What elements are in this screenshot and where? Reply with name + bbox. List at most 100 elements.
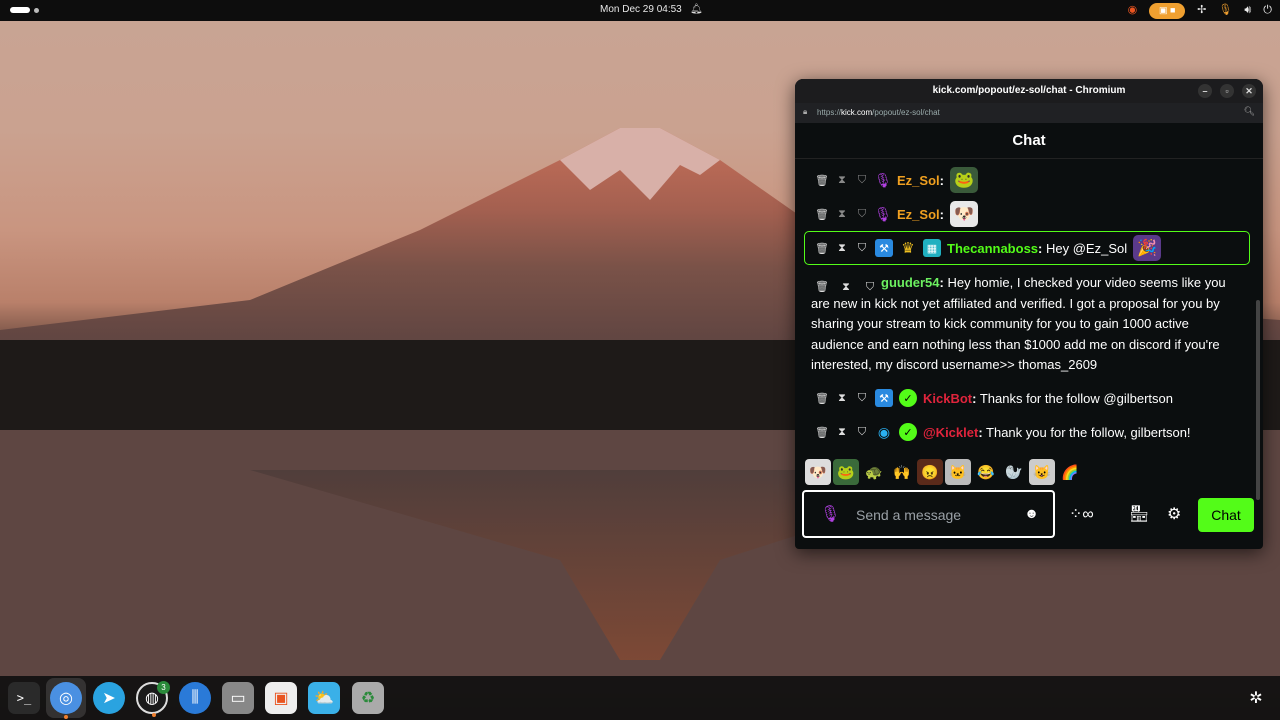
lock-icon[interactable]: 🔒︎: [803, 107, 807, 117]
send-chat-button[interactable]: Chat: [1198, 498, 1254, 532]
chat-message-text: Ez_Sol:: [897, 206, 944, 222]
telegram-icon[interactable]: ➤: [93, 682, 125, 714]
terminal-icon[interactable]: >_: [8, 682, 40, 714]
timeout-icon[interactable]: ⧗: [839, 277, 853, 298]
chat-scrollbar[interactable]: [1256, 300, 1260, 500]
chat-message: 🗑︎ ⧗ ⛉ 🎙︎ Ez_Sol: 🐶: [815, 201, 978, 227]
bot-badge-icon: ◉: [877, 423, 891, 440]
chat-message-text: @Kicklet: Thank you for the follow, gilb…: [923, 424, 1191, 440]
kick-points-icon[interactable]: ⁘∞: [1069, 504, 1094, 524]
delete-icon[interactable]: 🗑︎: [815, 277, 829, 298]
weather-icon[interactable]: ⛅: [308, 682, 340, 714]
chat-message-text: 🗑︎ ⧗ ⛉ guuder54: Hey homie, I checked yo…: [811, 275, 1226, 372]
timeout-icon[interactable]: ⧗: [835, 174, 849, 187]
emoji-icon[interactable]: ☻: [1024, 505, 1039, 521]
party-emote: 🎉: [1133, 235, 1162, 261]
volume-icon[interactable]: 🔊︎: [1244, 2, 1251, 19]
chat-message: 🗑︎ ⧗ ⛉ ◉ ✓ @Kicklet: Thank you for the f…: [815, 419, 1191, 445]
bell-icon[interactable]: 🔔︎: [690, 4, 703, 15]
window-titlebar[interactable]: kick.com/popout/ez-sol/chat - Chromium –…: [795, 79, 1263, 103]
turtle-emote[interactable]: 🐢: [861, 459, 887, 485]
chat-message: 🗑︎ ⧗ ⛉ 🎙︎ Ez_Sol: 🐸: [815, 167, 978, 193]
subscriber-badge-icon: ▦: [923, 239, 941, 257]
top-panel: Mon Dec 29 04:53 🔔︎ ◉ ▣ ■ ✢ 🎙︎ 🔊︎ ⏻: [0, 0, 1280, 21]
crown-badge-icon: ♛: [901, 240, 915, 257]
username[interactable]: Ez_Sol: [897, 173, 940, 188]
chat-message-text: Thecannaboss: Hey @Ez_Sol: [947, 240, 1128, 256]
workspace-active[interactable]: [10, 7, 30, 13]
moderator-badge-icon: ⚒: [875, 239, 893, 257]
chromium-icon[interactable]: ◎: [50, 682, 82, 719]
delete-icon[interactable]: 🗑︎: [815, 426, 829, 439]
power-icon[interactable]: ⏻: [1263, 2, 1272, 19]
dock: >_ ◎ ➤ ◍ 3 ⫼ ▭ ▣ ⛅ ♻ ✲: [0, 676, 1280, 720]
trash-icon[interactable]: ♻: [352, 682, 384, 714]
obs-icon[interactable]: ◍ 3: [136, 681, 170, 717]
window-title: kick.com/popout/ez-sol/chat - Chromium: [932, 85, 1126, 96]
chat-message: 🗑︎ ⧗ ⛉ ⚒ ♛ ▦ Thecannaboss: Hey @Ez_Sol 🎉: [815, 235, 1162, 261]
files-icon[interactable]: ▭: [222, 682, 254, 714]
dog-emote[interactable]: 🐶: [805, 459, 831, 485]
maximize-icon[interactable]: ▫: [1220, 84, 1234, 98]
clock[interactable]: Mon Dec 29 04:53: [600, 4, 682, 15]
delete-icon[interactable]: 🗑︎: [815, 174, 829, 187]
shield-icon[interactable]: ⛉: [863, 277, 877, 298]
timeout-icon[interactable]: ⧗: [835, 426, 849, 439]
mixer-icon[interactable]: ⫼: [179, 682, 211, 714]
timeout-icon[interactable]: ⧗: [835, 242, 849, 255]
shield-icon[interactable]: ⛉: [855, 174, 869, 187]
verified-badge-icon: ✓: [899, 423, 917, 441]
mic-badge-icon: 🎙︎: [874, 171, 892, 188]
workspace-indicator[interactable]: [10, 7, 39, 13]
address-bar[interactable]: 🔒︎ https://kick.com/popout/ez-sol/chat 🔍…: [795, 103, 1263, 123]
timeout-icon[interactable]: ⧗: [835, 208, 849, 221]
timeout-icon[interactable]: ⧗: [835, 392, 849, 405]
delete-icon[interactable]: 🗑︎: [815, 208, 829, 221]
cat-emote[interactable]: 😺: [1029, 459, 1055, 485]
face-emote[interactable]: 😠: [917, 459, 943, 485]
verified-badge-icon: ✓: [899, 389, 917, 407]
chat-header: Chat: [795, 123, 1263, 159]
gear-icon[interactable]: ⚙: [1167, 504, 1181, 524]
username[interactable]: KickBot: [923, 391, 972, 406]
username[interactable]: Ez_Sol: [897, 207, 940, 222]
seal-emote[interactable]: 🦭: [1001, 459, 1027, 485]
running-indicator: [64, 715, 68, 719]
cat-emote[interactable]: 🐱: [945, 459, 971, 485]
delete-icon[interactable]: 🗑︎: [815, 392, 829, 405]
minimize-icon[interactable]: –: [1198, 84, 1212, 98]
close-icon[interactable]: ✕: [1242, 84, 1256, 98]
shield-icon[interactable]: ⛉: [855, 242, 869, 255]
delete-icon[interactable]: 🗑︎: [815, 242, 829, 255]
username[interactable]: Thecannaboss: [947, 241, 1038, 256]
username[interactable]: guuder54: [881, 275, 940, 290]
rainbow-emote[interactable]: 🌈: [1057, 459, 1083, 485]
mic-icon[interactable]: 🎙︎: [820, 504, 840, 524]
ubuntu-pro-icon[interactable]: ◉: [1128, 2, 1138, 19]
mic-icon[interactable]: 🎙︎: [1218, 2, 1232, 19]
hands-emote[interactable]: 🙌: [889, 459, 915, 485]
dog-emote: 🐶: [949, 201, 978, 227]
username[interactable]: @Kicklet: [923, 425, 978, 440]
shield-icon[interactable]: ⛉: [855, 208, 869, 221]
shield-icon[interactable]: ⛉: [855, 426, 869, 439]
url-text: https://kick.com/popout/ez-sol/chat: [817, 108, 940, 117]
store-icon[interactable]: 🏪︎: [1129, 504, 1149, 524]
chromium-window: kick.com/popout/ez-sol/chat - Chromium –…: [795, 79, 1263, 549]
shield-icon[interactable]: ⛉: [855, 392, 869, 405]
zoom-icon[interactable]: 🔍︎: [1244, 106, 1255, 117]
show-apps-icon[interactable]: ✲: [1240, 682, 1272, 714]
recent-emotes: 🐶 🐸 🐢 🙌 😠 🐱 😂 🦭 😺 🌈: [805, 459, 1083, 485]
notification-badge: 3: [157, 681, 170, 694]
moderator-badge-icon: ⚒: [875, 389, 893, 407]
pin-icon[interactable]: ✢: [1197, 2, 1206, 19]
chat-message: 🗑︎ ⧗ ⛉ ⚒ ✓ KickBot: Thanks for the follo…: [815, 385, 1173, 411]
recording-indicator[interactable]: ▣ ■: [1149, 2, 1186, 19]
chat-message-text: KickBot: Thanks for the follow @gilberts…: [923, 390, 1173, 406]
message-input[interactable]: 🎙︎ Send a message ☻: [802, 490, 1055, 538]
frog-emote[interactable]: 🐸: [833, 459, 859, 485]
app-center-icon[interactable]: ▣: [265, 682, 297, 714]
chat-message-text: Ez_Sol:: [897, 172, 944, 188]
workspace-dot[interactable]: [34, 7, 39, 13]
laugh-emote[interactable]: 😂: [973, 459, 999, 485]
